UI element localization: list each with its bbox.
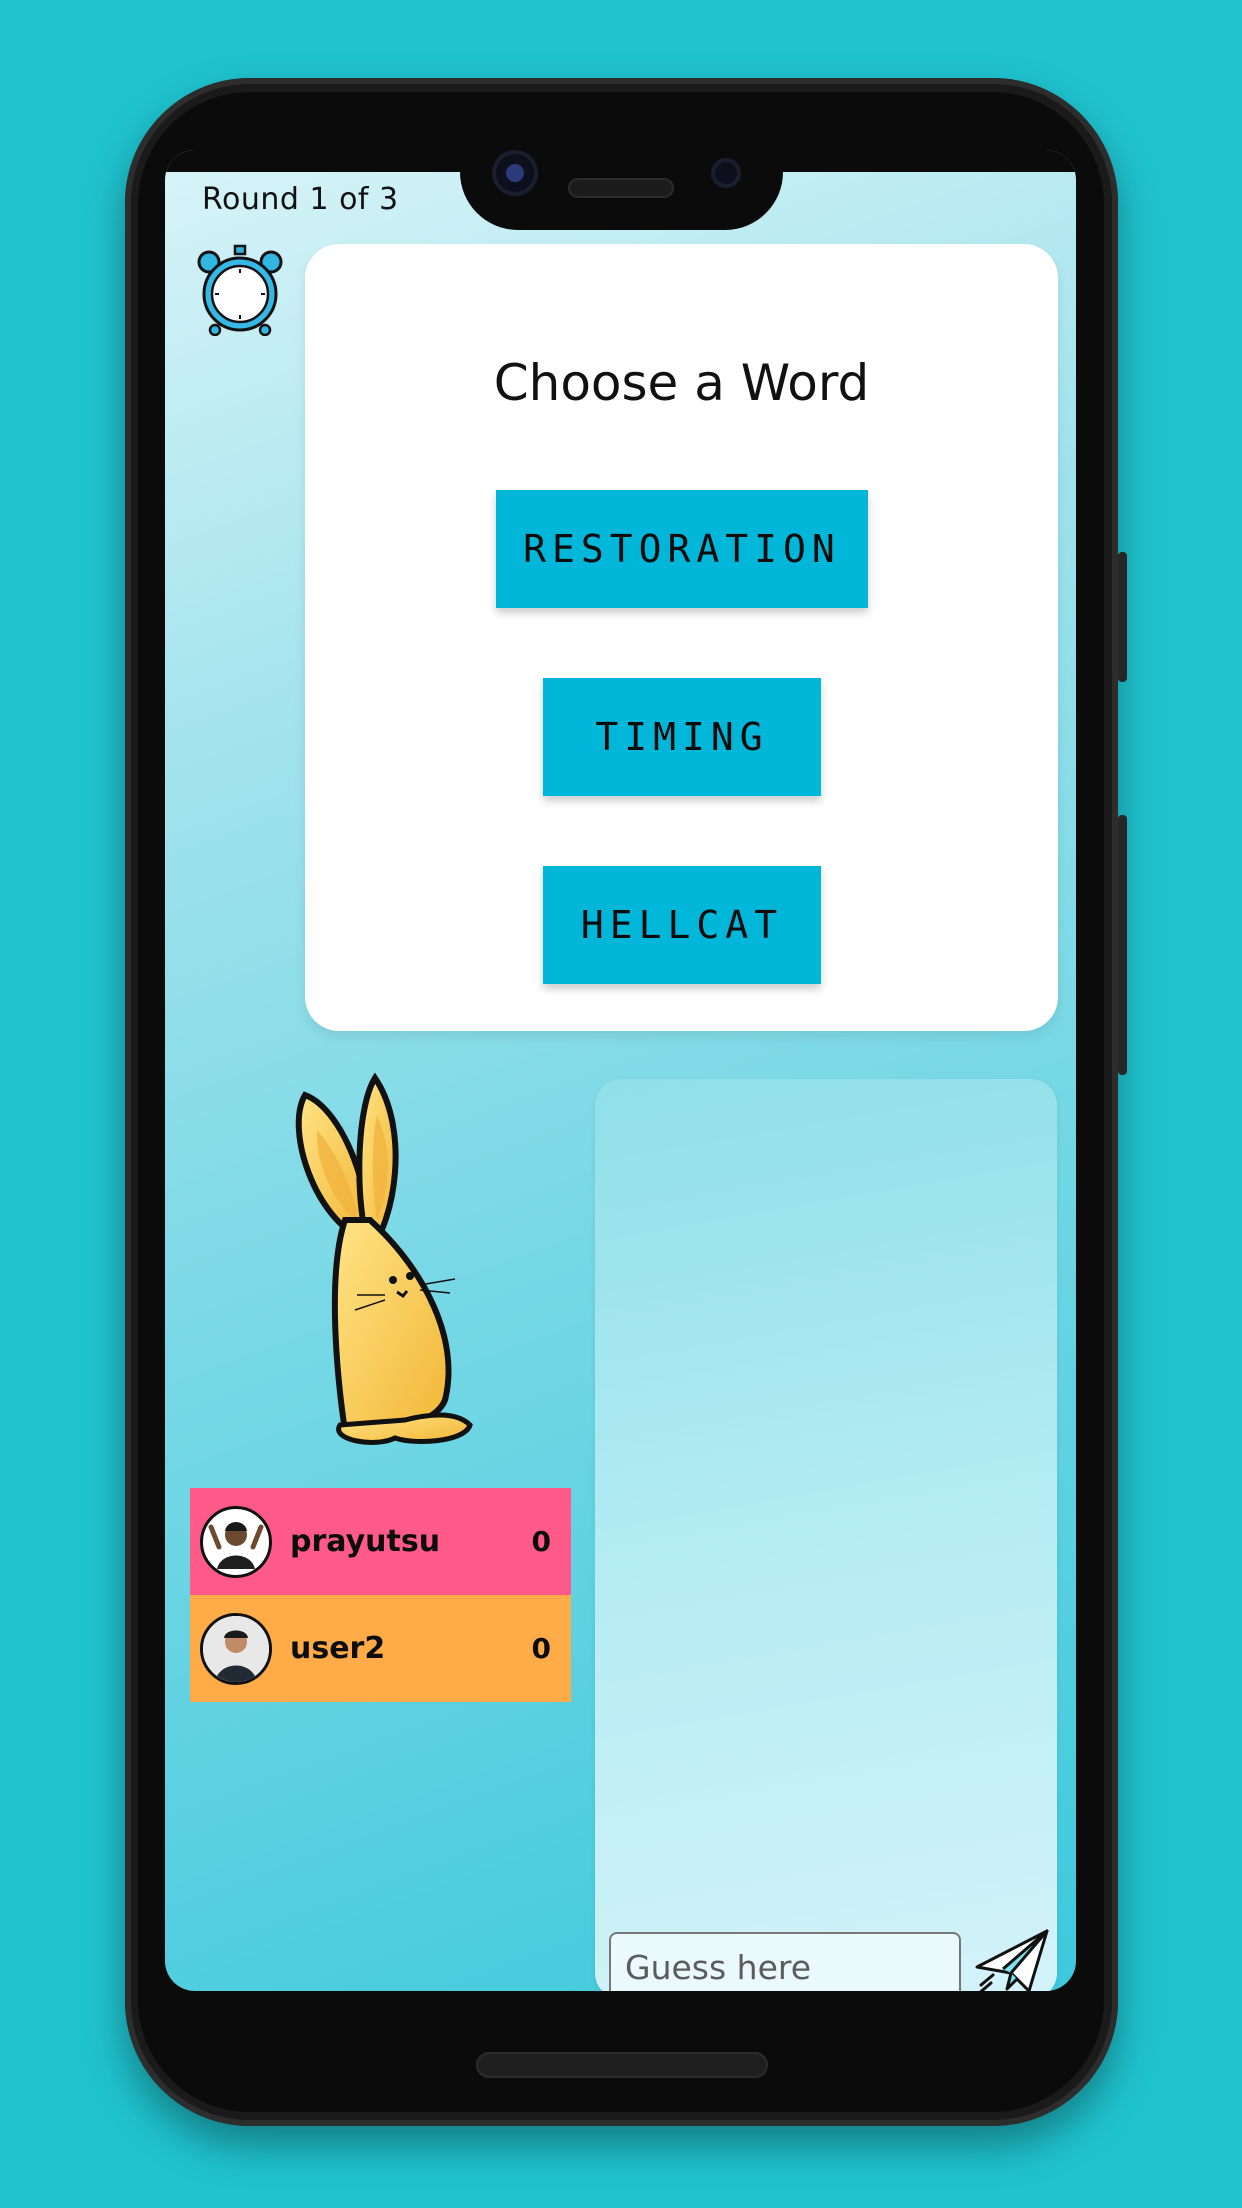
word-option-restoration[interactable]: RESTORATION <box>496 490 868 608</box>
rabbit-mascot-illustration <box>295 1072 473 1445</box>
word-chooser-title: Choose a Word <box>493 354 870 412</box>
guess-input[interactable] <box>609 1932 961 1991</box>
player-avatar <box>200 1612 272 1685</box>
player-score: 0 <box>531 1632 551 1665</box>
round-indicator: Round 1 of 3 <box>202 182 399 217</box>
camera-lens <box>506 164 524 182</box>
player-row-user2: user2 0 <box>190 1595 571 1702</box>
word-chooser-card: Choose a Word RESTORATION TIMING HELLCAT <box>305 244 1058 1031</box>
earpiece-speaker <box>568 178 674 198</box>
player-name: prayutsu <box>290 1524 441 1559</box>
home-bar <box>476 2052 768 2078</box>
front-sensor <box>711 158 741 188</box>
player-name: user2 <box>290 1631 386 1666</box>
volume-button <box>1118 815 1127 1075</box>
word-option-timing[interactable]: TIMING <box>543 678 821 796</box>
power-button <box>1118 552 1127 682</box>
paper-plane-icon[interactable] <box>973 1925 1053 1991</box>
player-row-prayutsu: prayutsu 0 <box>190 1488 571 1595</box>
player-avatar <box>200 1505 272 1578</box>
chat-messages-panel[interactable] <box>595 1079 1057 1991</box>
word-option-hellcat[interactable]: HELLCAT <box>543 866 821 984</box>
alarm-clock-icon <box>197 244 283 336</box>
app-screen: Round 1 of 3 Choose a Word RESTORATION T… <box>165 150 1076 1991</box>
player-score: 0 <box>531 1525 551 1558</box>
